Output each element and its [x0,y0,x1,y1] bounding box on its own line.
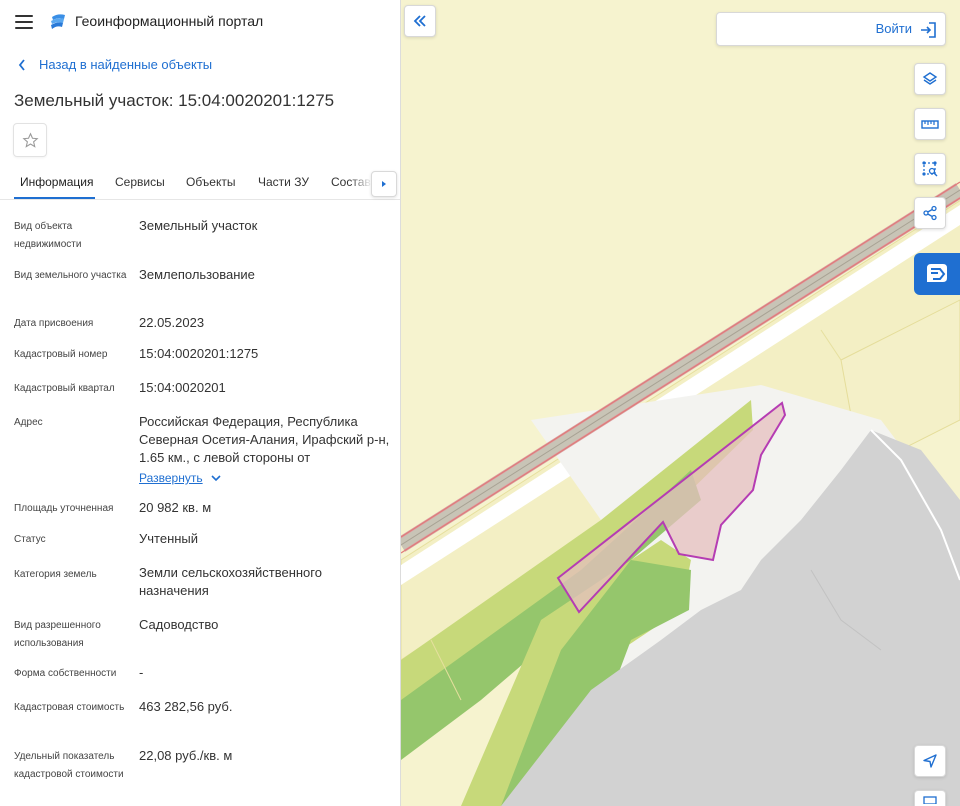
field-value: 22.05.2023 [139,315,205,330]
field-label: Удельный показатель кадастровой стоимост… [14,751,124,780]
tab-objects[interactable]: Объекты [186,175,236,189]
tabs-scroll-right-button[interactable] [371,171,397,197]
chevron-left-icon [18,58,25,71]
expand-address-link[interactable]: Развернуть [139,471,221,485]
tab-bar: Информация Сервисы Объекты Части ЗУ Сост… [0,168,400,200]
field-label: Кадастровый квартал [14,383,115,394]
field-value: Земельный участок [139,218,258,233]
field-value: Садоводство [139,617,219,632]
field-value: 463 282,56 руб. [139,699,233,714]
field-label: Дата присвоения [14,318,94,329]
collapse-panel-button[interactable] [404,5,436,37]
favorite-button[interactable] [13,123,47,157]
expand-link-label: Развернуть [139,471,203,485]
locate-icon [923,754,937,768]
share-button[interactable] [914,197,946,229]
login-icon [921,22,936,38]
field-value: Землепользование [139,267,255,282]
back-link-label: Назад в найденные объекты [39,57,213,72]
tabs-fade [350,168,372,196]
field-label: Статус [14,534,46,545]
page-title: Земельный участок: 15:04:0020201:1275 [14,91,335,110]
field-label: Адрес [14,417,43,428]
tab-information[interactable]: Информация [20,175,93,189]
star-icon [21,131,39,148]
feedback-tab[interactable] [914,253,960,295]
app-title: Геоинформационный портал [75,13,264,29]
tab-services[interactable]: Сервисы [115,175,165,189]
area-select-button[interactable] [914,153,946,185]
portal-logo-icon [51,14,65,29]
locate-button[interactable] [914,745,946,777]
login-label: Войти [875,21,912,36]
map-canvas[interactable] [401,0,960,806]
layers-icon [922,72,938,85]
map-view[interactable] [401,0,960,806]
back-to-results-link[interactable]: Назад в найденные объекты [18,57,212,72]
field-label: Вид объекта недвижимости [14,221,82,250]
field-value: 15:04:0020201:1275 [139,346,259,361]
panel-header: Геоинформационный портал [0,0,400,44]
field-value: Учтенный [139,531,199,546]
layers-button[interactable] [914,63,946,95]
share-icon [923,205,937,221]
field-label: Вид земельного участка [14,270,127,281]
hamburger-icon[interactable] [15,15,33,29]
field-label: Кадастровая стоимость [14,702,125,713]
field-value: - [139,665,144,680]
ruler-icon [921,120,939,129]
field-value: 15:04:0020201 [139,380,226,395]
field-label: Кадастровый номер [14,349,108,360]
double-chevron-left-icon [413,15,426,27]
chat-icon [923,795,937,804]
tab-parts[interactable]: Части ЗУ [258,175,309,189]
field-label: Форма собственности [14,668,117,679]
ruler-button[interactable] [914,108,946,140]
field-label: Категория земель [14,569,97,580]
field-label: Площадь уточненная [14,503,114,514]
map-bottom-button[interactable] [914,790,946,806]
address-value: Российская Федерация, Республика Северна… [139,414,390,465]
field-label: Вид разрешенного использования [14,620,101,649]
field-value: Земли сельскохозяйственного назначения [139,565,322,598]
select-area-icon [922,161,938,177]
info-panel: Геоинформационный портал Назад в найденн… [0,0,401,806]
field-value: 20 982 кв. м [139,500,212,515]
app-root: Геоинформационный портал Назад в найденн… [0,0,960,806]
caret-right-icon [382,181,386,187]
active-tab-indicator [14,197,95,199]
login-button[interactable]: Войти [716,12,946,46]
chevron-down-icon [211,474,221,481]
field-value: 22,08 руб./кв. м [139,748,233,763]
feedback-icon [927,264,947,282]
